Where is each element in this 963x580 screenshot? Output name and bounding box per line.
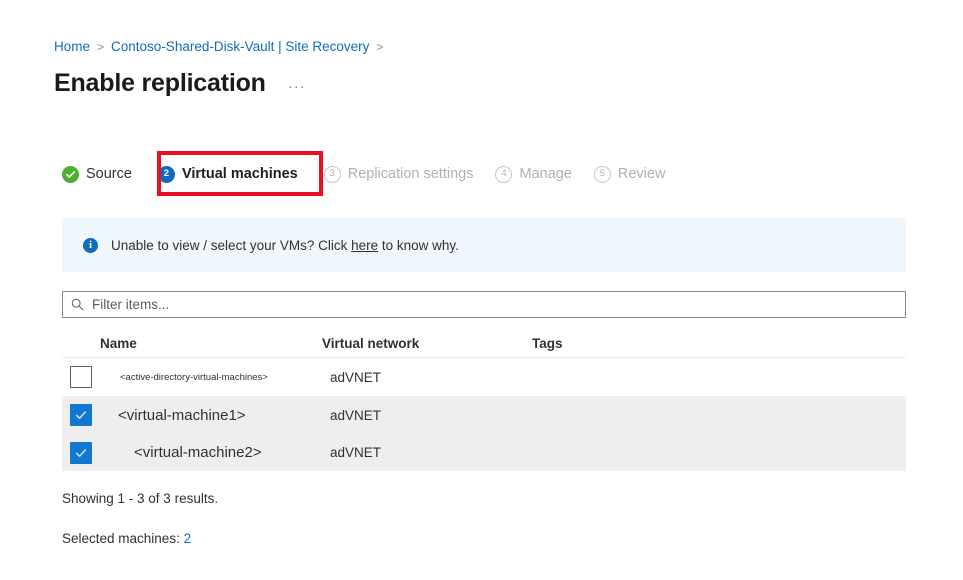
breadcrumb-separator-icon: > bbox=[97, 38, 104, 56]
info-circle-icon: i bbox=[83, 238, 98, 253]
info-banner: i Unable to view / select your VMs? Clic… bbox=[62, 218, 906, 272]
row-checkbox[interactable] bbox=[70, 442, 92, 464]
cell-virtual-network: adVNET bbox=[330, 408, 540, 423]
breadcrumb: Home > Contoso-Shared-Disk-Vault | Site … bbox=[54, 38, 390, 56]
info-text-after: to know why. bbox=[378, 238, 459, 253]
enable-replication-page: Home > Contoso-Shared-Disk-Vault | Site … bbox=[0, 0, 963, 580]
page-title: Enable replication bbox=[54, 68, 266, 98]
results-count-text: Showing 1 - 3 of 3 results. bbox=[62, 491, 218, 506]
breadcrumb-item-home[interactable]: Home bbox=[54, 38, 90, 56]
tab-replication-settings[interactable]: 3 Replication settings bbox=[324, 162, 474, 186]
info-banner-text: Unable to view / select your VMs? Click … bbox=[111, 238, 459, 253]
tab-source[interactable]: Source bbox=[62, 162, 132, 186]
step-number-icon-3: 3 bbox=[324, 166, 341, 183]
cell-virtual-network: adVNET bbox=[330, 370, 540, 385]
tab-manage-label: Manage bbox=[519, 166, 571, 182]
checkbox-checked-icon bbox=[70, 442, 92, 464]
info-text-before: Unable to view / select your VMs? Click bbox=[111, 238, 351, 253]
table-row[interactable]: <virtual-machine1> adVNET bbox=[62, 396, 906, 434]
column-header-tags: Tags bbox=[532, 336, 732, 351]
tab-source-label: Source bbox=[86, 166, 132, 182]
column-header-virtual-network: Virtual network bbox=[322, 336, 532, 351]
cell-virtual-network: adVNET bbox=[330, 445, 540, 460]
filter-input[interactable] bbox=[92, 297, 897, 312]
row-checkbox[interactable] bbox=[70, 404, 92, 426]
checkbox-unchecked-icon bbox=[70, 366, 92, 388]
breadcrumb-separator-icon-2: > bbox=[376, 38, 383, 56]
page-title-row: Enable replication ··· bbox=[54, 68, 306, 98]
tab-replication-settings-label: Replication settings bbox=[348, 166, 474, 182]
virtual-machines-table: Name Virtual network Tags <active-direct… bbox=[62, 330, 906, 471]
cell-name: <virtual-machine1> bbox=[100, 407, 330, 424]
cell-name: <active-directory-virtual-machines> bbox=[100, 372, 330, 383]
selected-machines-label: Selected machines: bbox=[62, 531, 184, 546]
table-row[interactable]: <virtual-machine2> adVNET bbox=[62, 434, 906, 471]
selected-machines-row: Selected machines: 2 bbox=[62, 531, 191, 546]
wizard-step-tabs: Source 2 Virtual machines 3 Replication … bbox=[62, 162, 665, 186]
check-circle-icon bbox=[62, 166, 79, 183]
cell-name: <virtual-machine2> bbox=[100, 444, 330, 461]
checkbox-checked-icon bbox=[70, 404, 92, 426]
row-checkbox[interactable] bbox=[70, 366, 92, 388]
step-number-icon-5: 5 bbox=[594, 166, 611, 183]
filter-items-box[interactable] bbox=[62, 291, 906, 318]
more-actions-icon[interactable]: ··· bbox=[288, 80, 306, 94]
tab-virtual-machines[interactable]: 2 Virtual machines bbox=[158, 162, 298, 186]
breadcrumb-item-vault[interactable]: Contoso-Shared-Disk-Vault | Site Recover… bbox=[111, 38, 369, 56]
column-header-name: Name bbox=[100, 336, 322, 351]
selected-machines-count: 2 bbox=[184, 531, 192, 546]
search-icon bbox=[71, 298, 84, 311]
table-header-row: Name Virtual network Tags bbox=[62, 330, 906, 358]
table-row[interactable]: <active-directory-virtual-machines> adVN… bbox=[62, 358, 906, 396]
tab-manage[interactable]: 4 Manage bbox=[495, 162, 571, 186]
info-banner-link[interactable]: here bbox=[351, 238, 378, 253]
tab-review[interactable]: 5 Review bbox=[594, 162, 666, 186]
tab-review-label: Review bbox=[618, 166, 666, 182]
tab-virtual-machines-label: Virtual machines bbox=[182, 166, 298, 182]
step-number-icon-4: 4 bbox=[495, 166, 512, 183]
step-number-icon-2: 2 bbox=[158, 166, 175, 183]
